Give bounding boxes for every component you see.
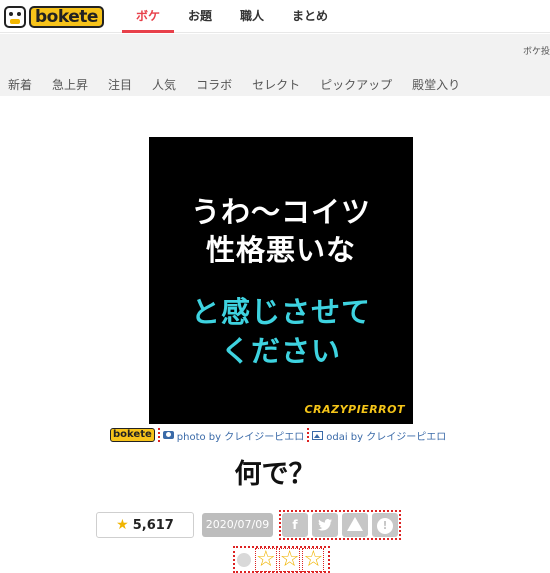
photo-credit-link[interactable]: photo by クレイジーピエロ (162, 428, 305, 443)
tab-hall-of-fame[interactable]: 殿堂入り (412, 76, 460, 93)
divider (307, 428, 310, 442)
rating-reset-icon[interactable] (237, 552, 251, 567)
rating-count-button[interactable]: ★ 5,617 (96, 512, 194, 538)
image-text-line-4: ください (220, 334, 341, 368)
nav-item-matome[interactable]: まとめ (278, 0, 342, 33)
post-boke-link[interactable]: ボケ投 (523, 44, 550, 57)
image-brand-watermark: CRAZYPIERROT (304, 403, 405, 416)
odai-image[interactable]: うわ〜コイツ 性格悪いな と感じさせて ください CRAZYPIERROT (149, 137, 413, 424)
category-tabs: 新着 急上昇 注目 人気 コラボ セレクト ピックアップ 殿堂入り (8, 76, 480, 93)
nav-item-shokunin[interactable]: 職人 (226, 0, 278, 33)
tab-new[interactable]: 新着 (8, 76, 32, 93)
image-text-line-2: 性格悪いな (205, 233, 356, 267)
logo-face-icon (4, 6, 26, 28)
rating-count: 5,617 (132, 517, 174, 533)
tab-select[interactable]: セレクト (252, 76, 300, 93)
rate-star-1-icon[interactable]: ☆ (255, 547, 277, 572)
boke-caption: 何で？ (234, 459, 316, 490)
image-text-line-3: と感じさせて (190, 295, 371, 329)
twitter-icon[interactable] (312, 513, 338, 537)
credit-bokete-logo: bokete (110, 428, 155, 442)
tab-collab[interactable]: コラボ (196, 76, 232, 93)
tab-rising[interactable]: 急上昇 (52, 76, 88, 93)
post-date: 2020/07/09 (202, 513, 273, 537)
rate-star-3-icon[interactable]: ☆ (302, 547, 325, 572)
bokete-logo[interactable]: bokete (4, 6, 104, 28)
tab-popular[interactable]: 人気 (152, 76, 176, 93)
divider (157, 428, 160, 442)
logo-text: bokete (29, 6, 104, 28)
odai-credit-link[interactable]: odai by クレイジーピエロ (312, 428, 446, 443)
odai-credit-text: odai by クレイジーピエロ (326, 431, 447, 443)
sub-header: ボケ投 新着 急上昇 注目 人気 コラボ セレクト ピックアップ 殿堂入り (0, 34, 550, 96)
photo-credit-text: photo by クレイジーピエロ (176, 431, 305, 443)
image-credits: bokete photo by クレイジーピエロ odai by クレイジーピエ… (110, 427, 446, 443)
nav-item-boke[interactable]: ボケ (122, 0, 175, 33)
image-text-line-1: うわ〜コイツ (190, 195, 371, 229)
camera-icon (162, 431, 174, 439)
tab-pickup[interactable]: ピックアップ (320, 76, 392, 93)
tab-featured[interactable]: 注目 (108, 76, 132, 93)
site-header: bokete ボケ お題 職人 まとめ (0, 0, 550, 33)
info-icon[interactable]: ! (372, 513, 398, 537)
warning-icon[interactable] (342, 513, 368, 537)
picture-icon (312, 430, 324, 440)
star-rating-input: ☆ ☆ ☆ (233, 546, 331, 573)
main-nav: ボケ お題 職人 まとめ (122, 0, 342, 33)
nav-item-odai[interactable]: お題 (174, 0, 226, 33)
rate-star-2-icon[interactable]: ☆ (278, 547, 301, 572)
share-buttons: f ! (279, 510, 401, 540)
star-icon: ★ (116, 517, 129, 533)
facebook-icon[interactable]: f (282, 513, 308, 537)
